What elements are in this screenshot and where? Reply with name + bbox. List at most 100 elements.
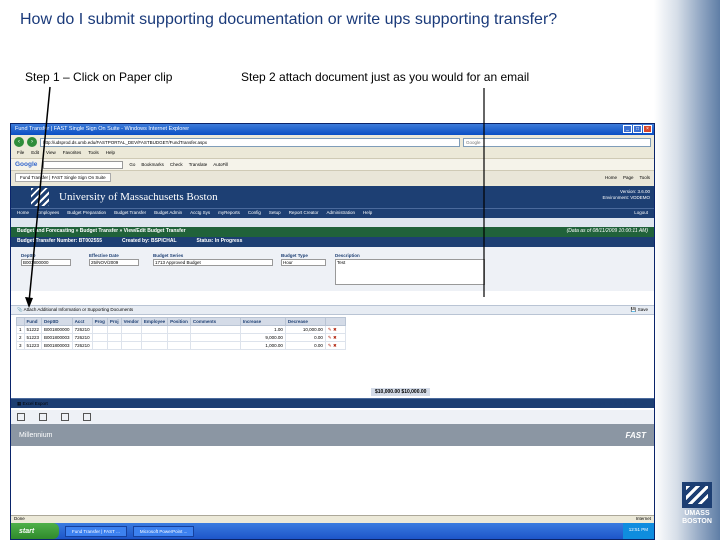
table-row[interactable]: 1 51222 B001800000 726210 1.00 10,000.00… [16, 325, 346, 334]
decrease-cell[interactable]: 0.00 [284, 341, 326, 350]
acct-cell[interactable]: 726210 [71, 325, 93, 334]
paperclip-icon[interactable]: 📎 [17, 307, 23, 312]
table-row[interactable]: 3 51223 B001800003 726210 1,000.00 0.00 … [16, 341, 346, 350]
home-button[interactable]: Home [605, 175, 617, 180]
deptid-cell[interactable]: B001800003 [41, 333, 73, 342]
effective-date-input[interactable]: 25/NOV/2009 [89, 259, 139, 266]
start-button[interactable]: start [11, 523, 59, 539]
forward-arrow-icon[interactable]: › [27, 137, 37, 147]
environment-info: Version: 3.6.00 Environment: VDDEMO [602, 189, 650, 201]
fund-cell[interactable]: 51222 [23, 325, 43, 334]
vendor-cell[interactable] [120, 333, 142, 342]
menu-help[interactable]: Help [106, 150, 115, 157]
app-menu-administration[interactable]: Administration [326, 210, 355, 217]
taskbar-item-ie[interactable]: Fund Transfer | FAST ... [65, 525, 127, 537]
submit-icon[interactable] [17, 413, 25, 421]
deptid-cell[interactable]: B001800000 [41, 325, 73, 334]
check-button[interactable]: Check [170, 162, 183, 167]
decrease-cell[interactable]: 10,000.00 [284, 325, 326, 334]
browser-tab[interactable]: Fund Transfer | FAST Single Sign On Suit… [15, 173, 111, 182]
comments-cell[interactable] [189, 325, 241, 334]
prog-cell[interactable] [91, 341, 108, 350]
vendor-cell[interactable] [120, 325, 142, 334]
logout-button[interactable]: Logout [634, 210, 648, 217]
fund-cell[interactable]: 51223 [23, 333, 43, 342]
deptid-cell[interactable]: B001800003 [41, 341, 73, 350]
prog-cell[interactable] [91, 325, 108, 334]
minimize-button[interactable]: _ [623, 125, 632, 133]
google-go-button[interactable]: Go [129, 162, 135, 167]
proj-cell[interactable] [106, 341, 122, 350]
description-input[interactable]: Test [335, 259, 485, 285]
employee-cell[interactable] [140, 341, 169, 350]
proj-cell[interactable] [106, 325, 122, 334]
prog-cell[interactable] [91, 333, 108, 342]
autofill-button[interactable]: AutoFill [213, 162, 228, 167]
delete-icon[interactable]: ✖ [333, 327, 337, 332]
close-button[interactable]: × [643, 125, 652, 133]
table-row[interactable]: 2 51223 B001800003 726210 9,000.00 0.00 … [16, 333, 346, 342]
taskbar-item-powerpoint[interactable]: Microsoft PowerPoint ... [132, 525, 195, 537]
maximize-button[interactable]: □ [633, 125, 642, 133]
translate-button[interactable]: Translate [189, 162, 208, 167]
acct-cell[interactable]: 726210 [71, 333, 93, 342]
app-menu-setup[interactable]: Setup [269, 210, 281, 217]
attach-documents-link[interactable]: Attach Additional Information or Support… [24, 307, 134, 312]
app-menu-budget-admin[interactable]: Budget Admin [154, 210, 182, 217]
position-cell[interactable] [167, 341, 191, 350]
increase-cell[interactable]: 1.00 [239, 325, 286, 334]
back-arrow-icon[interactable]: ‹ [14, 137, 24, 147]
budget-series-select[interactable]: 1713 Approved Budget [153, 259, 273, 266]
bookmarks-button[interactable]: Bookmarks [141, 162, 164, 167]
breadcrumb-path[interactable]: Budget and Forecasting » Budget Transfer… [17, 228, 186, 236]
app-menu-config[interactable]: Config [248, 210, 261, 217]
cancel-icon[interactable] [83, 413, 91, 421]
app-menu: Home Employees Budget Preparation Budget… [11, 208, 654, 218]
comments-cell[interactable] [189, 341, 241, 350]
acct-cell[interactable]: 726210 [71, 341, 93, 350]
row-actions: ✎ ✖ [324, 325, 346, 334]
position-cell[interactable] [167, 333, 191, 342]
proj-cell[interactable] [106, 333, 122, 342]
print-icon[interactable] [39, 413, 47, 421]
app-menu-report-creator[interactable]: Report Creator [289, 210, 319, 217]
app-menu-budget-transfer[interactable]: Budget Transfer [114, 210, 146, 217]
budget-type-select[interactable]: Hour [281, 259, 326, 266]
edit-icon[interactable]: ✎ [328, 343, 332, 348]
menu-favorites[interactable]: Favorites [63, 150, 82, 157]
increase-cell[interactable]: 1,000.00 [239, 341, 286, 350]
excel-export-link[interactable]: Excel Export [23, 401, 48, 406]
app-menu-myreports[interactable]: myReports [218, 210, 240, 217]
menu-tools[interactable]: Tools [88, 150, 99, 157]
save-button[interactable]: Save [638, 307, 648, 312]
menu-view[interactable]: View [46, 150, 56, 157]
menu-edit[interactable]: Edit [31, 150, 39, 157]
page-button[interactable]: Page [623, 175, 634, 180]
browser-search-input[interactable]: Google [463, 137, 651, 147]
delete-icon[interactable]: ✖ [333, 335, 337, 340]
increase-cell[interactable]: 9,000.00 [239, 333, 286, 342]
employee-cell[interactable] [140, 325, 169, 334]
copy-icon[interactable] [61, 413, 69, 421]
tools-button[interactable]: Tools [639, 175, 650, 180]
app-menu-budget-preparation[interactable]: Budget Preparation [67, 210, 106, 217]
fund-cell[interactable]: 51223 [23, 341, 43, 350]
app-menu-employees[interactable]: Employees [37, 210, 59, 217]
app-menu-acctg-sys[interactable]: Acctg Sys [190, 210, 210, 217]
menu-file[interactable]: File [17, 150, 24, 157]
deptid-input[interactable]: B001800000 [21, 259, 71, 266]
google-search-input[interactable] [43, 160, 124, 169]
app-menu-home[interactable]: Home [17, 210, 29, 217]
position-cell[interactable] [167, 325, 191, 334]
edit-icon[interactable]: ✎ [328, 335, 332, 340]
decrease-cell[interactable]: 0.00 [284, 333, 326, 342]
comments-cell[interactable] [189, 333, 241, 342]
address-input[interactable]: http://udsprod.ds.umb.edu/FASTPORTAL_DEV… [40, 137, 460, 147]
vendor-cell[interactable] [120, 341, 142, 350]
save-icon[interactable]: 💾 [631, 307, 637, 312]
excel-icon[interactable]: ▦ [17, 401, 21, 406]
delete-icon[interactable]: ✖ [333, 343, 337, 348]
employee-cell[interactable] [140, 333, 169, 342]
app-menu-help[interactable]: Help [363, 210, 372, 217]
edit-icon[interactable]: ✎ [328, 327, 332, 332]
